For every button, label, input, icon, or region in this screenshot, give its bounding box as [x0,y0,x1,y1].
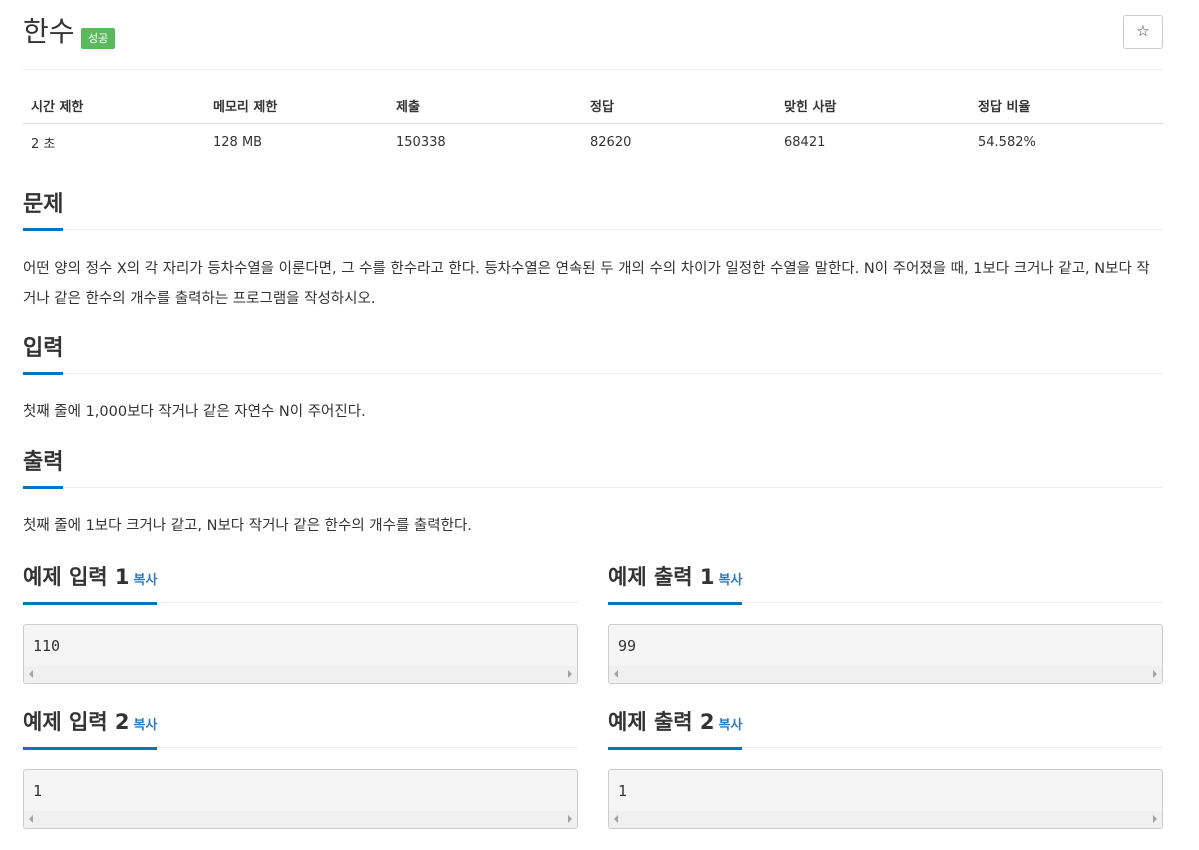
info-accept-ratio: 54.582% [978,134,1036,150]
horizontal-scrollbar[interactable] [24,666,577,683]
sample-input-1-header: 예제 입력 1 복사 [23,563,578,605]
info-value-row: 2 초 128 MB 150338 82620 68421 54.582% [23,124,1163,160]
info-header-accept-ratio: 정답 비율 [978,100,1031,115]
problem-section-header: 문제 [23,190,1163,231]
sample-input-2: 예제 입력 2 복사 1 [23,708,578,829]
horizontal-scrollbar[interactable] [609,666,1162,683]
problem-info-table: 시간 제한 메모리 제한 제출 정답 맞힌 사람 정답 비율 2 초 128 M… [23,88,1163,160]
scroll-left-icon[interactable] [614,670,618,678]
info-time-limit: 2 초 [31,136,56,152]
scroll-left-icon[interactable] [29,815,33,823]
problem-page: 한수 성공 ☆ 시간 제한 메모리 제한 제출 정답 맞힌 사람 정답 비율 2… [23,0,1163,850]
info-header-solved-users: 맞힌 사람 [784,100,837,115]
copy-button[interactable]: 복사 [719,718,743,733]
problem-description: 어떤 양의 정수 X의 각 자리가 등차수열을 이룬다면, 그 수를 한수라고 … [23,261,1150,307]
sample-input-2-title: 예제 입력 2 복사 [23,708,158,750]
star-button[interactable]: ☆ [1123,15,1163,49]
sample-output-1: 예제 출력 1 복사 99 [608,563,1163,684]
sample-code: 1 [618,782,628,800]
sample-input-1-box[interactable]: 110 [23,624,578,684]
output-section-header: 출력 [23,448,1163,489]
status-badge: 성공 [81,28,116,49]
sample-code: 1 [33,782,43,800]
info-memory-limit: 128 MB [213,134,263,150]
info-accepted: 82620 [590,134,632,150]
sample-input-2-header: 예제 입력 2 복사 [23,708,578,750]
sample-output-1-title: 예제 출력 1 복사 [608,563,743,605]
star-icon: ☆ [1136,23,1150,40]
problem-header: 한수 성공 ☆ [23,0,1163,70]
output-description: 첫째 줄에 1보다 크거나 같고, N보다 작거나 같은 한수의 개수를 출력한… [23,518,472,534]
sample-output-2-box[interactable]: 1 [608,769,1163,829]
copy-button[interactable]: 복사 [134,573,158,588]
sample-input-1-title: 예제 입력 1 복사 [23,563,158,605]
output-section-title: 출력 [23,448,64,489]
sample-output-1-box[interactable]: 99 [608,624,1163,684]
scroll-right-icon[interactable] [568,815,572,823]
scroll-right-icon[interactable] [568,670,572,678]
copy-button[interactable]: 복사 [134,718,158,733]
scroll-left-icon[interactable] [614,815,618,823]
info-header-row: 시간 제한 메모리 제한 제출 정답 맞힌 사람 정답 비율 [23,88,1163,124]
sample-input-1: 예제 입력 1 복사 110 [23,563,578,684]
sample-code: 99 [618,637,637,655]
info-submissions: 150338 [396,134,446,150]
info-header-memory-limit: 메모리 제한 [213,100,278,115]
sample-input-2-box[interactable]: 1 [23,769,578,829]
input-description: 첫째 줄에 1,000보다 작거나 같은 자연수 N이 주어진다. [23,404,366,420]
info-solved-users: 68421 [784,134,826,150]
scroll-left-icon[interactable] [29,670,33,678]
input-section-title: 입력 [23,334,64,375]
scroll-right-icon[interactable] [1153,670,1157,678]
problem-section-title: 문제 [23,190,64,231]
sample-output-1-header: 예제 출력 1 복사 [608,563,1163,605]
sample-output-2-title: 예제 출력 2 복사 [608,708,743,750]
copy-button[interactable]: 복사 [719,573,743,588]
sample-code: 110 [33,637,61,655]
info-header-submissions: 제출 [396,100,420,115]
horizontal-scrollbar[interactable] [609,811,1162,828]
sample-output-2-header: 예제 출력 2 복사 [608,708,1163,750]
horizontal-scrollbar[interactable] [24,811,577,828]
info-header-accepted: 정답 [590,100,614,115]
info-header-time-limit: 시간 제한 [31,100,84,115]
scroll-right-icon[interactable] [1153,815,1157,823]
sample-output-2: 예제 출력 2 복사 1 [608,708,1163,829]
page-title: 한수 [23,15,75,48]
input-section-header: 입력 [23,334,1163,375]
